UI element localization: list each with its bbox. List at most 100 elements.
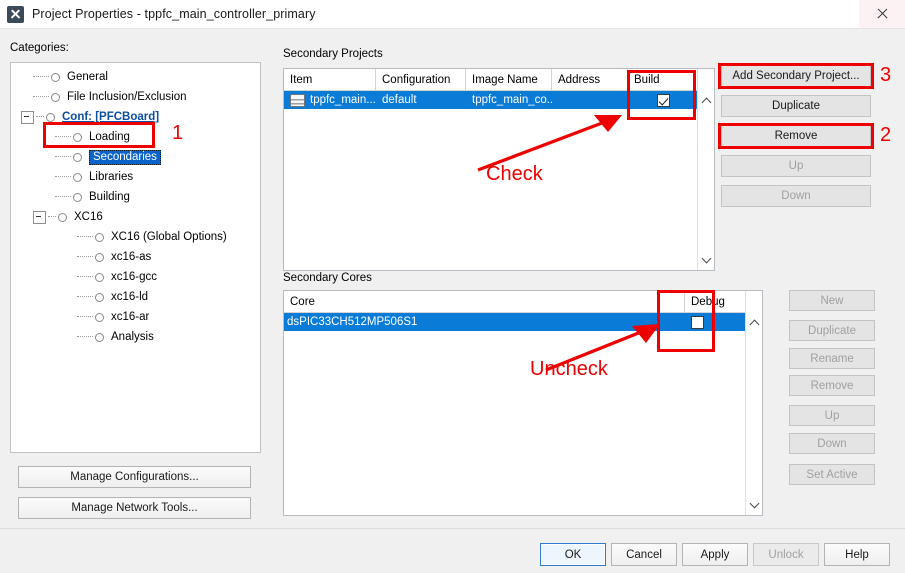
secondary-cores-body[interactable]: dsPIC33CH512MP506S1 [284, 313, 762, 331]
apply-button[interactable]: Apply [682, 543, 748, 566]
button-label: Help [845, 548, 869, 561]
add-secondary-project-button[interactable]: Add Secondary Project... [721, 65, 871, 87]
sidebar-item-analysis[interactable]: Analysis [11, 327, 260, 347]
tree-guide-line [77, 236, 93, 238]
cell-address [552, 91, 628, 109]
sidebar-item-label: File Inclusion/Exclusion [67, 91, 187, 103]
button-label: Cancel [626, 548, 662, 561]
sidebar-item-label: Secondaries [89, 149, 161, 165]
remove-button[interactable]: Remove [721, 125, 871, 147]
scroll-down-icon[interactable] [698, 251, 714, 268]
manage-configurations-button[interactable]: Manage Configurations... [18, 466, 251, 488]
sidebar-item-xc16-as[interactable]: xc16-as [11, 247, 260, 267]
button-label: Rename [810, 352, 854, 365]
tree-guide-line [77, 296, 93, 298]
sidebar-item-xc16[interactable]: XC16 [11, 207, 260, 227]
cell-configuration: default [382, 94, 417, 106]
down-button: Down [721, 185, 871, 207]
column-header-address[interactable]: Address [552, 69, 628, 90]
column-header-image-name[interactable]: Image Name [466, 69, 552, 90]
sidebar-item-label: Loading [89, 131, 130, 143]
scroll-down-icon[interactable] [746, 496, 762, 513]
button-label: Add Secondary Project... [732, 70, 860, 82]
core-set-active-button: Set Active [789, 464, 875, 485]
tree-guide-line [77, 256, 93, 258]
cell-build [628, 91, 699, 109]
tree-guide-line [77, 276, 93, 278]
button-label: Apply [700, 548, 730, 561]
table-row[interactable]: dsPIC33CH512MP506S1 [284, 313, 762, 331]
sidebar-item-building[interactable]: Building [11, 187, 260, 207]
sidebar-item-secondaries[interactable]: Secondaries [11, 147, 260, 167]
sidebar-item-file-inclusion-exclusion[interactable]: File Inclusion/Exclusion [11, 87, 260, 107]
button-label: Duplicate [808, 324, 856, 337]
up-button: Up [721, 155, 871, 177]
unlock-button: Unlock [753, 543, 819, 566]
tree-guide-line [55, 196, 71, 198]
secondary-projects-table[interactable]: Item Configuration Image Name Address Build … [283, 68, 715, 271]
secondary-cores-scrollbar[interactable] [745, 291, 762, 515]
project-properties-dialog: Project Properties - tppfc_main_controll… [0, 0, 905, 573]
button-label: Remove [810, 379, 854, 392]
sidebar-item-general[interactable]: General [11, 67, 260, 87]
secondary-cores-table[interactable]: Core Debug dsPIC33CH512MP506S1 [283, 290, 763, 516]
build-checkbox[interactable] [657, 93, 670, 107]
secondary-projects-body[interactable]: tppfc_main... default tppfc_main_co... [284, 91, 714, 109]
tree-node-icon [95, 292, 104, 302]
scroll-up-icon[interactable] [698, 93, 714, 110]
help-button[interactable]: Help [824, 543, 890, 566]
core-new-button: New [789, 290, 875, 311]
duplicate-button[interactable]: Duplicate [721, 95, 871, 117]
tree-guide-line [77, 336, 93, 338]
column-header-configuration[interactable]: Configuration [376, 69, 466, 90]
sidebar-item-xc16-ar[interactable]: xc16-ar [11, 307, 260, 327]
cancel-button[interactable]: Cancel [611, 543, 677, 566]
scroll-up-icon[interactable] [746, 315, 762, 332]
sidebar-item-label: xc16-as [111, 251, 152, 263]
sidebar-item-label: Building [89, 191, 130, 203]
column-header-debug[interactable]: Debug [685, 291, 746, 312]
sidebar-item-xc16-ld[interactable]: xc16-ld [11, 287, 260, 307]
close-glyph [876, 8, 888, 20]
tree-node-icon [95, 232, 104, 242]
sidebar-item-loading[interactable]: Loading [11, 127, 260, 147]
secondary-cores-label: Secondary Cores [283, 272, 372, 284]
sidebar-item-label: XC16 [74, 211, 103, 223]
secondary-projects-scrollbar[interactable] [697, 69, 714, 270]
sidebar-item-conf-pfcboard[interactable]: Conf: [PFCBoard] [11, 107, 260, 127]
cell-item-label: tppfc_main... [310, 94, 376, 106]
tree-guide-line [77, 316, 93, 318]
tree-node-icon [73, 152, 82, 162]
footer-divider [0, 528, 905, 529]
sidebar-item-label: xc16-ar [111, 311, 150, 323]
column-header-item[interactable]: Item [284, 69, 376, 90]
sidebar-item-label: General [67, 71, 108, 83]
tree-collapse-icon[interactable] [21, 110, 34, 124]
column-header-build[interactable]: Build [628, 69, 699, 90]
close-icon[interactable] [859, 0, 905, 28]
title-bar: Project Properties - tppfc_main_controll… [0, 0, 905, 28]
button-label: Up [788, 160, 804, 172]
tree-guide-line [48, 216, 56, 218]
manage-network-tools-button[interactable]: Manage Network Tools... [18, 497, 251, 519]
sidebar-item-libraries[interactable]: Libraries [11, 167, 260, 187]
table-row[interactable]: tppfc_main... default tppfc_main_co... [284, 91, 714, 109]
sidebar-item-label: xc16-gcc [111, 271, 158, 283]
column-header-core[interactable]: Core [284, 291, 658, 312]
ok-button[interactable]: OK [540, 543, 606, 566]
annotation-step-2: 2 [880, 124, 892, 146]
debug-checkbox[interactable] [691, 315, 704, 329]
sidebar-item-label: Libraries [89, 171, 134, 183]
sidebar-item-xc16-global-options[interactable]: XC16 (Global Options) [11, 227, 260, 247]
app-x-icon [7, 5, 24, 23]
tree-node-icon [46, 112, 55, 122]
core-rename-button: Rename [789, 348, 875, 369]
tree-node-icon [58, 212, 67, 222]
tree-node-icon [95, 312, 104, 322]
tree-node-icon [51, 92, 60, 102]
categories-tree[interactable]: General File Inclusion/Exclusion Conf: [PF… [10, 62, 261, 453]
column-header-blank[interactable] [658, 291, 685, 312]
tree-collapse-icon[interactable] [33, 210, 46, 224]
sidebar-item-label: Conf: [PFCBoard] [62, 111, 160, 123]
sidebar-item-xc16-gcc[interactable]: xc16-gcc [11, 267, 260, 287]
